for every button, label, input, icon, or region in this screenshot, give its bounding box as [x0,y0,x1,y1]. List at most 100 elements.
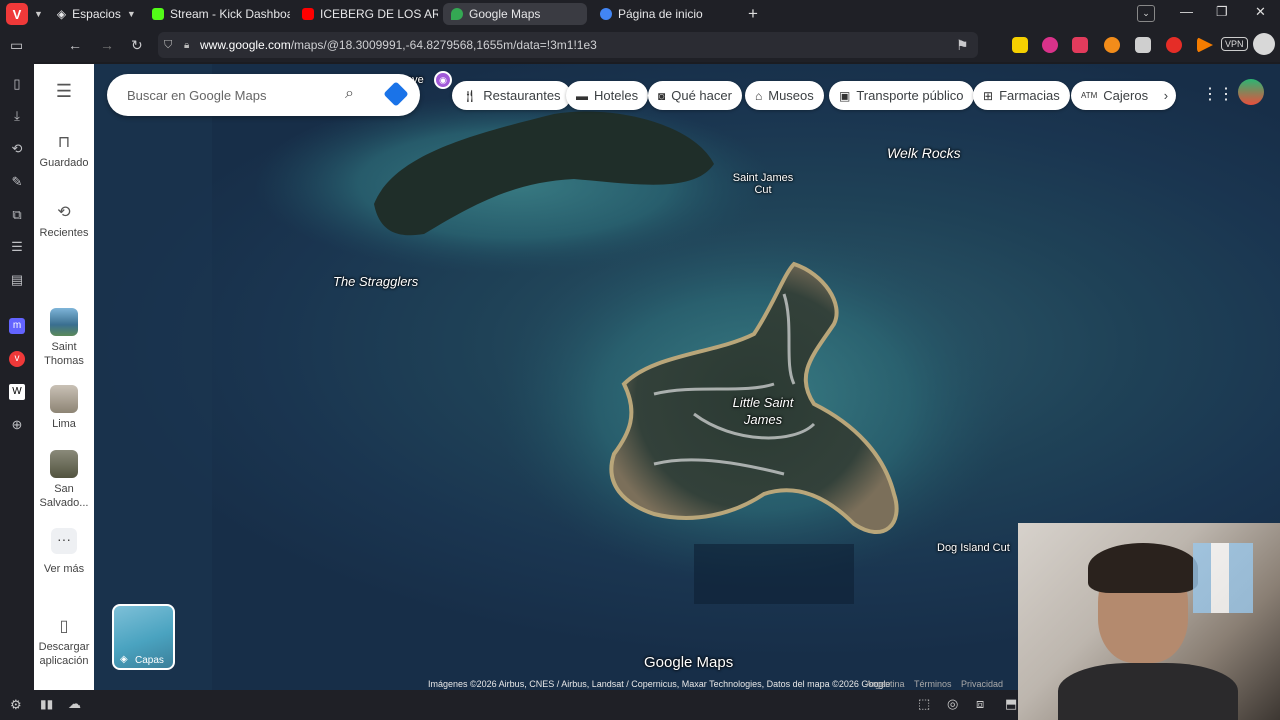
chip-hotels[interactable]: ▬ Hoteles [566,81,649,110]
page-actions-icon[interactable]: ⬒ [1005,696,1017,712]
chip-pharmacies[interactable]: ⊞ Farmacias [973,81,1070,110]
reload-button[interactable]: ↻ [131,37,143,54]
translate-icon[interactable]: ⧉ [9,207,25,223]
saved-button[interactable]: ⊓ Guardado [34,134,94,170]
panel-toggle-icon[interactable]: ▭ [10,37,23,54]
chip-label: Hoteles [594,88,639,103]
footer-link-country[interactable]: Argentina [866,679,905,689]
url-path: /maps/@18.3009991,-64.8279568,1655m/data… [290,38,597,52]
map-attribution: Imágenes ©2026 Airbus, CNES / Airbus, La… [428,679,891,689]
kick-icon [152,8,164,20]
workspaces-label: Espacios [72,7,121,21]
tab-google-maps[interactable]: Google Maps [443,3,587,25]
place-label: Saint Thomas [44,341,84,367]
capture-icon[interactable]: ⬚ [918,696,930,712]
add-panel-icon[interactable]: ⊕ [9,417,25,433]
place-pin-icon[interactable]: ◉ [434,71,452,89]
tab-label: Página de inicio [618,7,703,21]
account-avatar[interactable] [1238,79,1264,105]
more-label: Ver más [43,563,85,575]
notes-icon[interactable]: ✎ [9,174,25,190]
chevron-right-icon[interactable]: › [1164,88,1168,103]
maps-pin-icon [451,8,463,20]
bookmark-icon: ⊓ [57,134,71,151]
layers-button[interactable]: ◈ Capas [112,604,175,670]
google-apps-icon[interactable]: ⋮⋮ [1202,84,1234,104]
settings-icon[interactable]: ⚙ [10,697,22,713]
reader-icon[interactable]: ▤ [9,272,25,288]
close-window-button[interactable]: ✕ [1255,4,1266,20]
shield-icon[interactable]: ⛉ [164,39,172,52]
footer-link-privacy[interactable]: Privacidad [961,679,1003,689]
forward-button[interactable]: → [100,37,114,53]
person-hair [1088,543,1198,593]
search-icon[interactable]: ⌕ [345,85,354,103]
map-label-welk-rocks: Welk Rocks [887,145,961,161]
camera-icon: ◙ [658,88,666,103]
workspaces-button[interactable]: ◈ Espacios ▼ [57,7,136,21]
chip-things-to-do[interactable]: ◙ Qué hacer [648,81,742,110]
download-app-button[interactable]: ▯ Descargar aplicación [34,618,94,668]
phone-icon: ▯ [59,618,69,635]
maximize-button[interactable]: ❐ [1216,4,1228,20]
bed-icon: ▬ [576,88,588,103]
extension-red-icon[interactable] [1072,37,1088,53]
profile-avatar[interactable] [1253,33,1275,55]
menu-icon[interactable]: ☰ [34,82,94,100]
tiling-icon[interactable]: ⧈ [976,696,984,712]
chevron-down-icon: ▼ [126,9,136,19]
address-bar[interactable]: ⛉ 🔒︎ www.google.com/maps/@18.3009991,-64… [158,32,978,58]
lock-icon[interactable]: 🔒︎ [184,40,189,51]
vpn-button[interactable]: VPN [1221,37,1248,51]
chip-atms[interactable]: ATM Cajeros › [1071,81,1177,110]
place-thumbnail [50,385,78,413]
atm-icon: ATM [1081,91,1098,100]
minimize-button[interactable]: — [1180,4,1193,19]
recent-place-saint-thomas[interactable]: Saint Thomas [34,308,94,368]
recent-place-san-salvador[interactable]: San Salvado... [34,450,94,510]
search-box[interactable]: Buscar en Google Maps ⌕ [107,74,420,116]
recent-place-lima[interactable]: Lima [34,385,94,431]
vivaldi-icon[interactable]: v [9,351,25,367]
vivaldi-menu-button[interactable]: V [6,3,28,25]
directions-icon[interactable] [383,81,409,107]
tile-icon[interactable]: ▮▮ [40,697,53,711]
extension-orange-icon[interactable] [1104,37,1120,53]
chip-museums[interactable]: ⌂ Museos [745,81,824,110]
extension-grey-icon[interactable] [1135,37,1151,53]
chip-restaurants[interactable]: 🍴︎ Restaurantes [452,81,571,110]
layers-icon: ◈ [120,654,128,665]
tab-kick[interactable]: Stream - Kick Dashboard [144,3,290,25]
wikipedia-icon[interactable]: W [9,384,25,400]
more-button[interactable]: ··· Ver más [34,528,94,576]
chevron-down-icon[interactable]: ▼ [34,9,43,19]
background-jersey [1193,543,1253,613]
search-input[interactable]: Buscar en Google Maps [127,88,266,103]
footer-link-terms[interactable]: Términos [914,679,952,689]
tab-home[interactable]: Página de inicio [592,3,738,25]
bookmark-icon[interactable]: ⚑ [956,37,969,54]
map-label-the-stragglers: The Stragglers [333,274,419,289]
recents-button[interactable]: ⟲ Recientes [34,205,94,240]
more-icon: ··· [51,528,77,554]
tab-list-button[interactable]: ⌄ [1137,5,1155,22]
person-shirt [1058,663,1238,720]
downloads-icon[interactable]: ⤓ [9,108,25,124]
extension-notes-icon[interactable] [1012,37,1028,53]
place-label: Lima [52,418,76,430]
camera-icon[interactable]: ◎ [947,696,958,712]
new-tab-button[interactable]: + [748,4,758,24]
bookmarks-panel-icon[interactable]: ▯ [9,76,25,92]
reading-list-icon[interactable]: ☰ [9,239,25,255]
back-button[interactable]: ← [68,37,82,53]
history-icon[interactable]: ⟲ [9,141,25,157]
globe-icon [600,8,612,20]
place-label: San Salvado... [39,483,89,509]
cloud-sync-icon[interactable]: ☁ [68,696,81,712]
record-icon[interactable] [1166,37,1182,53]
tab-youtube[interactable]: ICEBERG DE LOS ARCHIVOS [294,3,438,25]
saved-label: Guardado [39,157,89,169]
chip-transit[interactable]: ▣ Transporte público [829,81,974,110]
mastodon-icon[interactable]: m [9,318,25,334]
extension-pink-icon[interactable] [1042,37,1058,53]
